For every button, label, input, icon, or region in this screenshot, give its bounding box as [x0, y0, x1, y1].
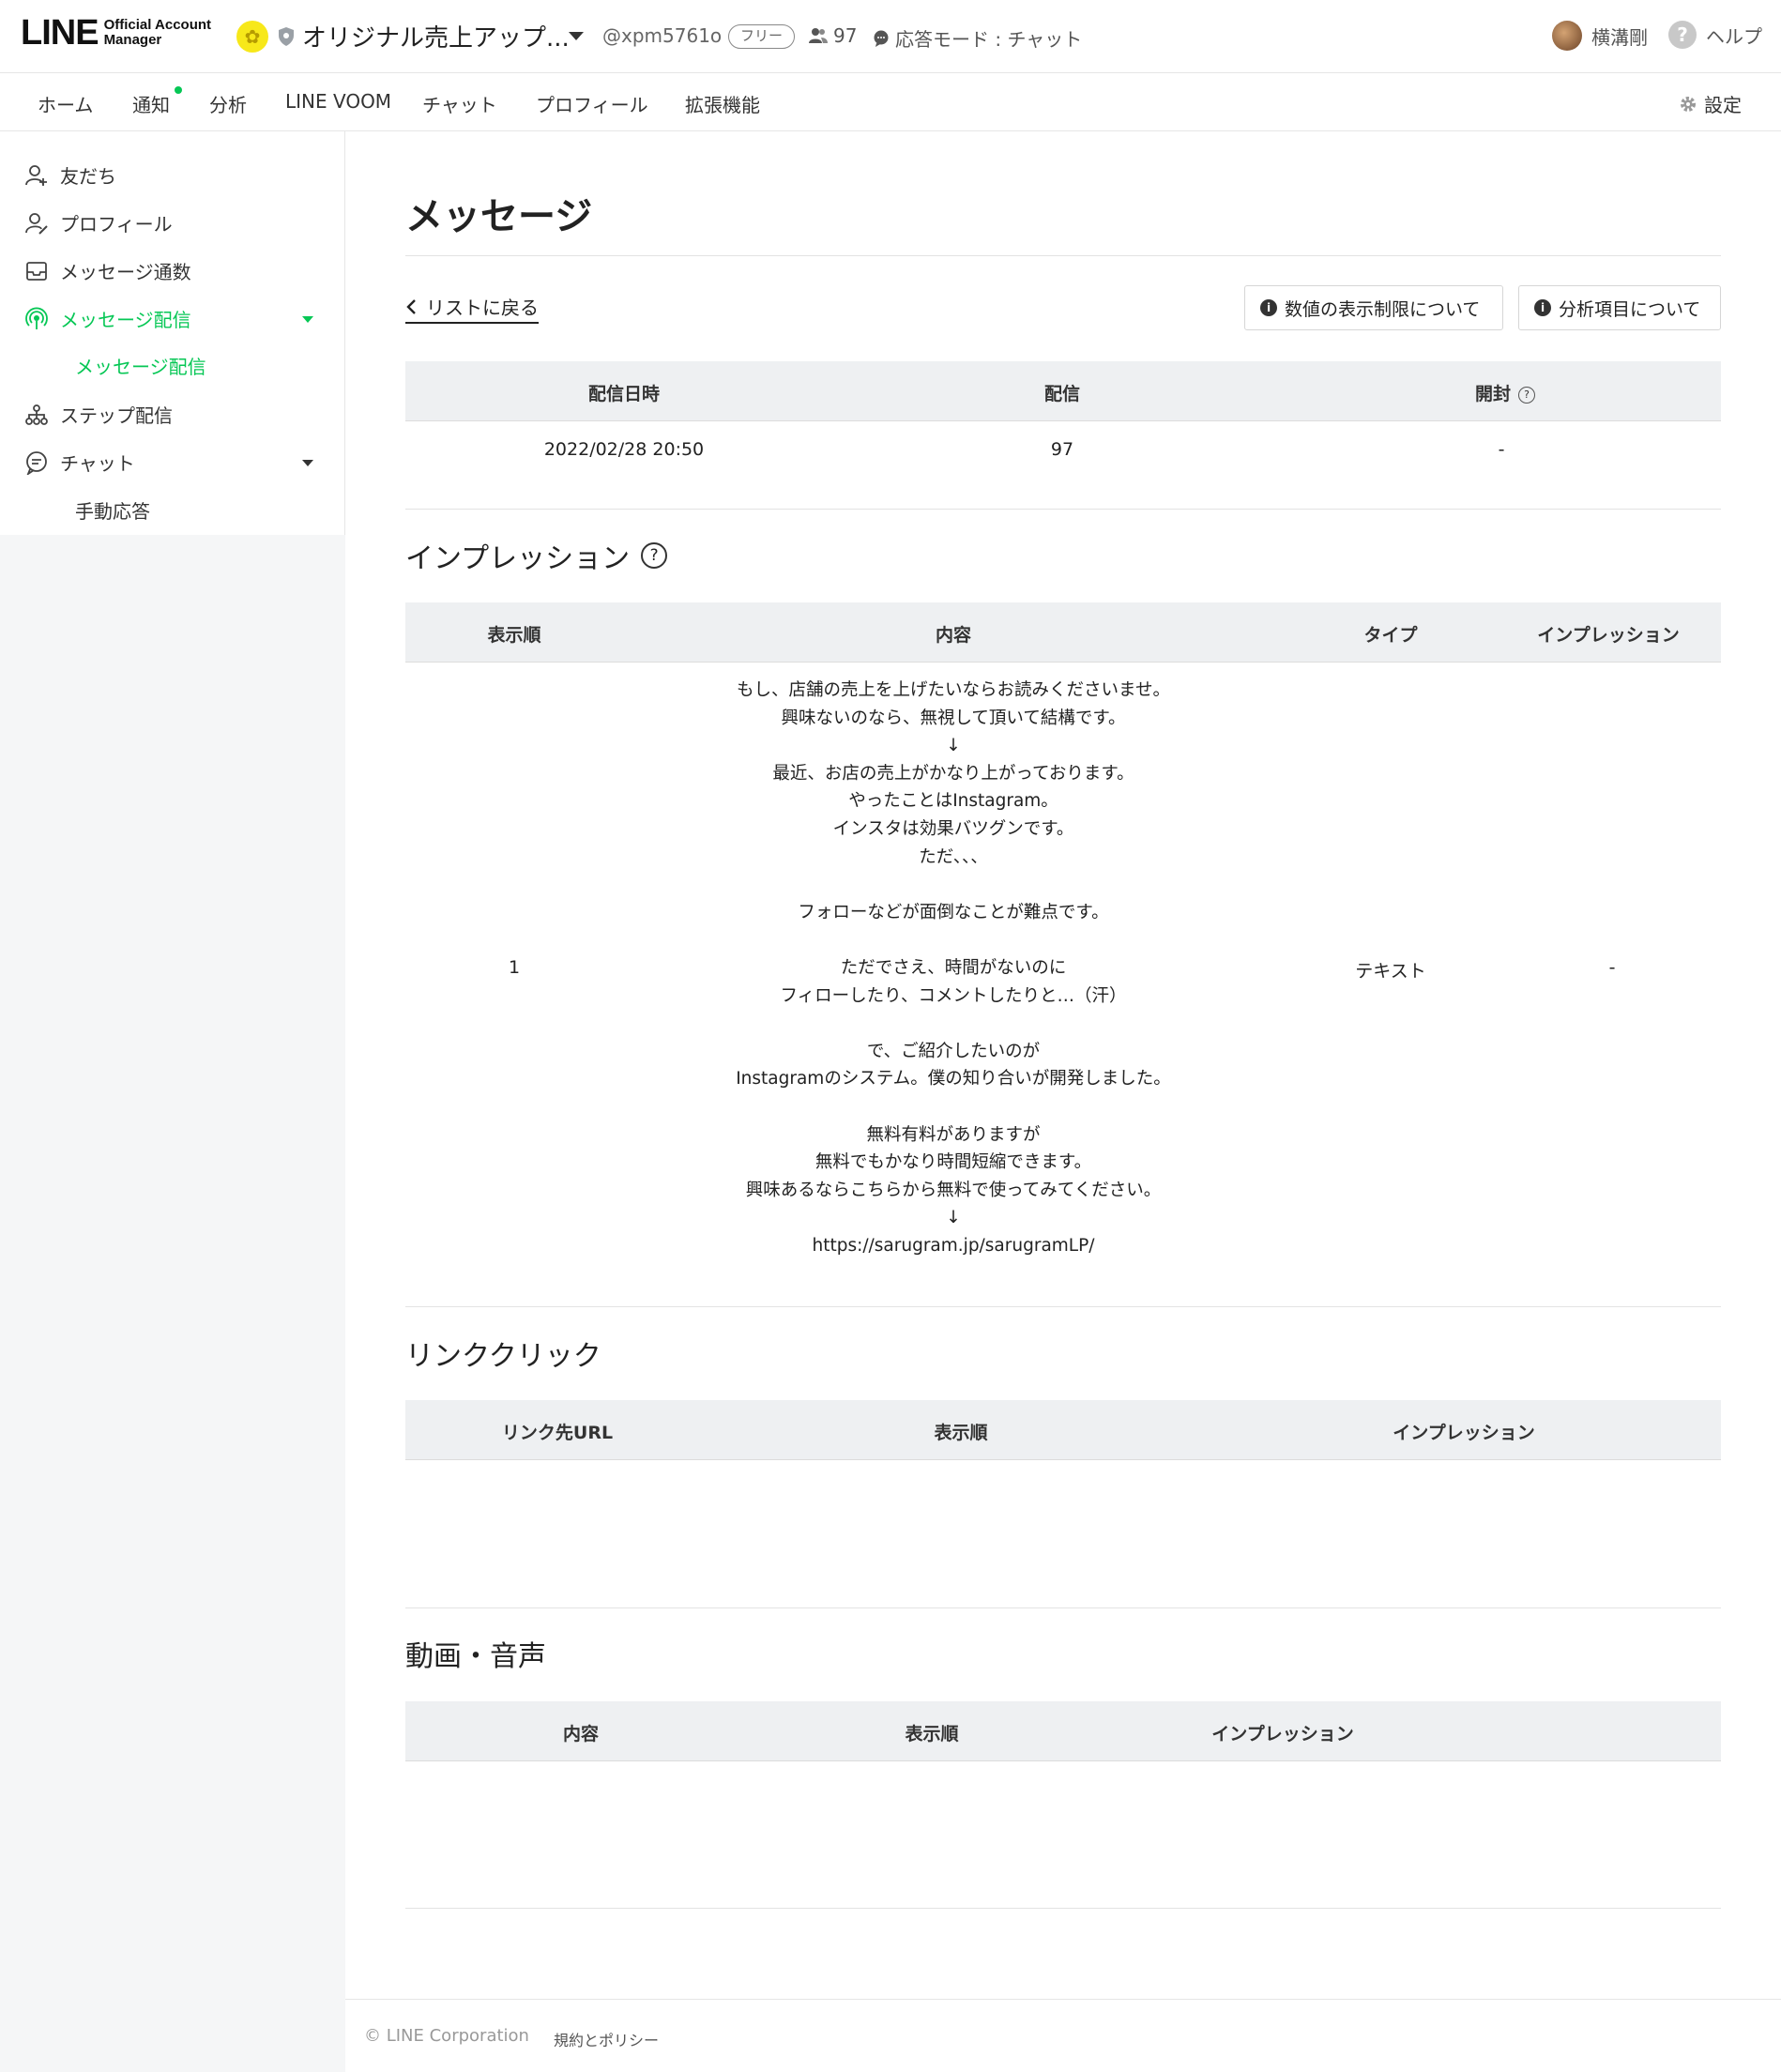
tab-notifications[interactable]: 通知	[132, 90, 170, 117]
col-content: 内容	[935, 625, 972, 646]
sidebar-item-profile[interactable]: プロフィール	[24, 209, 173, 236]
account-avatar-icon[interactable]: ✿	[236, 21, 268, 53]
info-icon: i	[1534, 299, 1551, 316]
help-icon: ?	[1668, 21, 1697, 49]
friend-count: 97	[809, 24, 857, 47]
shield-icon	[279, 27, 294, 46]
section-title-video-audio: 動画・音声	[405, 1640, 546, 1673]
account-switch-chevron-down-icon[interactable]	[569, 32, 584, 40]
page-title: メッセージ	[405, 195, 593, 238]
help-link[interactable]: ? ヘルプ	[1668, 21, 1762, 49]
sidebar-item-step-delivery[interactable]: ステップ配信	[24, 401, 173, 428]
logo-subtext: Official Account Manager	[103, 17, 212, 48]
divider	[405, 509, 1721, 510]
col-impression: インプレッション	[1393, 1423, 1535, 1443]
chevron-down-icon[interactable]	[302, 460, 313, 466]
top-header: LINE Official Account Manager ✿ オリジナル売上ア…	[0, 0, 1781, 73]
people-icon	[809, 28, 828, 43]
terms-policy-link[interactable]: 規約とポリシー	[554, 2028, 659, 2050]
impression-value: -	[1608, 957, 1616, 978]
response-mode[interactable]: 応答モード : チャット	[873, 24, 1082, 52]
col-display-order: 表示順	[905, 1724, 959, 1744]
plan-badge: フリー	[728, 24, 796, 49]
impression-table-header: 表示順 内容 タイプ インプレッション	[405, 602, 1721, 663]
summary-table-header: 配信日時 配信 開封?	[405, 361, 1721, 421]
col-type: タイプ	[1363, 625, 1418, 646]
divider	[405, 1306, 1721, 1307]
line-oam-logo[interactable]: LINE Official Account Manager	[21, 15, 211, 51]
sidebar-subitem-message-delivery[interactable]: メッセージ配信	[75, 352, 206, 379]
col-delivered: 配信	[1043, 384, 1081, 404]
chat-icon	[26, 450, 47, 475]
section-title-impression: インプレッション ?	[405, 535, 668, 576]
user-menu[interactable]: 横溝剛	[1552, 21, 1648, 51]
main-nav: ホーム 通知 分析 LINE VOOM チャット プロフィール 拡張機能 設定	[0, 73, 1781, 136]
col-link-url: リンク先URL	[501, 1423, 614, 1443]
inbox-icon	[26, 261, 47, 281]
gear-icon	[1681, 96, 1696, 112]
logo-text: LINE	[21, 13, 99, 53]
chevron-down-icon[interactable]	[302, 316, 313, 323]
tab-profile[interactable]: プロフィール	[536, 90, 648, 117]
section-title-link-click: リンククリック	[405, 1340, 601, 1373]
message-content: もし、店舗の売上を上げたいならお読みくださいませ。 興味ないのなら、無視して頂い…	[736, 680, 1171, 1256]
col-content: 内容	[562, 1724, 600, 1744]
delivered-count: 97	[1050, 439, 1074, 460]
divider	[405, 255, 1721, 256]
col-impression: インプレッション	[1537, 625, 1680, 646]
account-name[interactable]: オリジナル売上アップ...	[302, 19, 570, 53]
notification-dot	[175, 86, 182, 94]
person-add-icon	[25, 164, 47, 186]
col-impression: インプレッション	[1211, 1724, 1354, 1744]
footer: © LINE Corporation 規約とポリシー	[345, 1999, 1781, 2072]
divider	[405, 1607, 1721, 1608]
tab-extensions[interactable]: 拡張機能	[685, 90, 760, 117]
sidebar-item-chat[interactable]: チャット	[24, 449, 135, 476]
message-type: テキスト	[1355, 961, 1426, 982]
help-icon[interactable]: ?	[641, 542, 668, 569]
display-order: 1	[508, 957, 521, 978]
person-edit-icon	[25, 212, 48, 235]
account-id: @xpm5761o	[602, 24, 723, 47]
col-opened: 開封?	[1475, 380, 1536, 405]
sidebar-item-friends[interactable]: 友だち	[24, 161, 116, 189]
analysis-items-info-button[interactable]: i 分析項目について	[1518, 285, 1721, 330]
link-click-table-header: リンク先URL 表示順 インプレッション	[405, 1400, 1721, 1460]
main-content: メッセージ リストに戻る i 数値の表示制限について i 分析項目について 配信…	[345, 131, 1781, 1999]
copyright: © LINE Corporation	[364, 2026, 529, 2046]
settings-link[interactable]: 設定	[1680, 90, 1742, 117]
sidebar-item-message-delivery[interactable]: メッセージ配信	[24, 305, 191, 332]
sidebar-subitem-manual-response[interactable]: 手動応答	[75, 496, 150, 524]
sidebar: 友だち プロフィール メッセージ通数 メッセージ配信 メッセージ配信 ステップ配…	[0, 131, 345, 2072]
chat-bubble-icon	[874, 30, 889, 47]
display-limit-info-button[interactable]: i 数値の表示制限について	[1244, 285, 1503, 330]
user-avatar	[1552, 21, 1582, 51]
tab-line-voom[interactable]: LINE VOOM	[285, 90, 391, 113]
tab-home[interactable]: ホーム	[38, 90, 93, 117]
tab-analytics[interactable]: 分析	[190, 90, 266, 136]
col-display-order: 表示順	[934, 1423, 988, 1443]
video-audio-table-header: 内容 表示順 インプレッション	[405, 1701, 1721, 1761]
hierarchy-icon	[25, 404, 48, 425]
tab-chat[interactable]: チャット	[422, 90, 497, 117]
back-to-list-link[interactable]: リストに戻る	[405, 293, 539, 324]
info-icon: i	[1260, 299, 1277, 316]
divider	[405, 1908, 1721, 1909]
chevron-left-icon	[406, 298, 416, 314]
sidebar-item-message-count[interactable]: メッセージ通数	[24, 257, 191, 284]
delivery-datetime: 2022/02/28 20:50	[543, 439, 705, 460]
col-delivery-datetime: 配信日時	[587, 384, 661, 404]
opened-count: -	[1498, 439, 1505, 460]
col-display-order: 表示順	[487, 625, 541, 646]
help-icon[interactable]: ?	[1518, 386, 1536, 404]
broadcast-icon	[25, 307, 48, 329]
